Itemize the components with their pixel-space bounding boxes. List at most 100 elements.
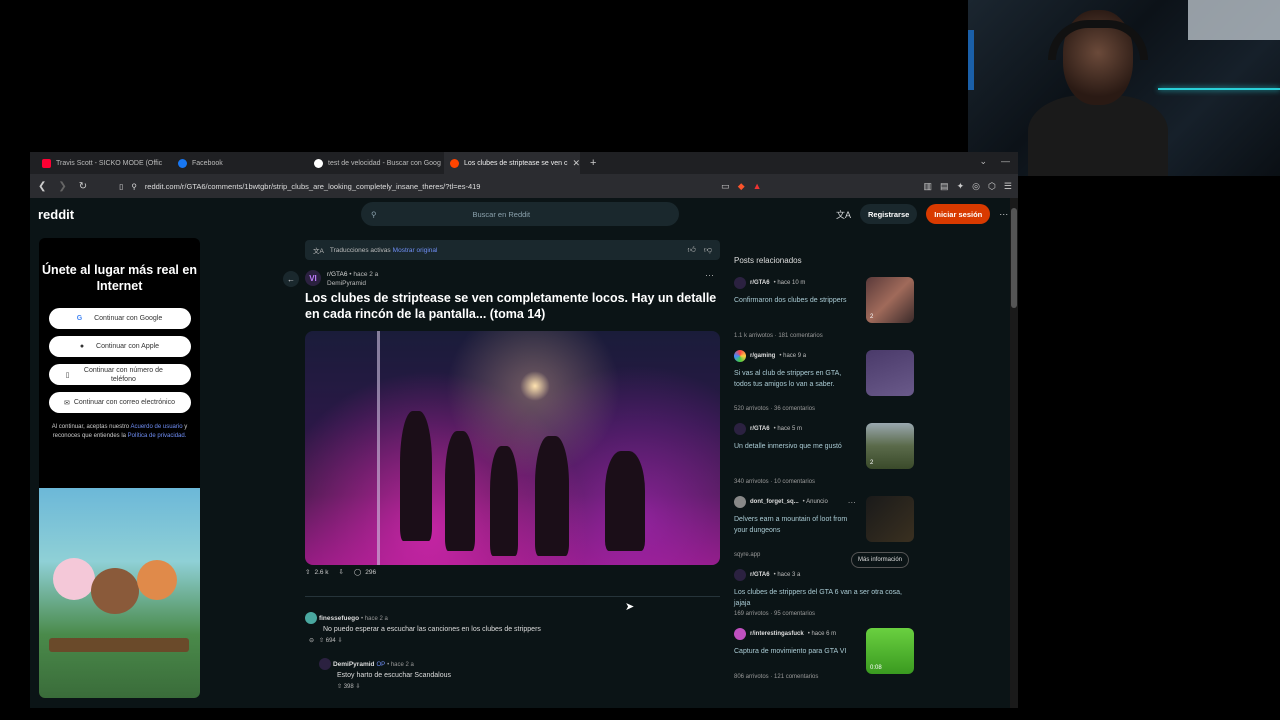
comment-user[interactable]: DemiPyramid	[333, 661, 375, 668]
comment-avatar[interactable]	[319, 658, 331, 670]
mouse-cursor-icon: ➤	[625, 601, 635, 613]
back-icon[interactable]: ❮	[38, 181, 46, 192]
back-button[interactable]: ←	[283, 271, 299, 287]
apple-signin-label: Continuar con Apple	[96, 343, 160, 350]
extensions-icon[interactable]: ✦	[957, 181, 965, 192]
minimize-icon[interactable]: —	[1001, 156, 1010, 167]
related-title[interactable]: Captura de movimiento para GTA VI	[734, 646, 859, 657]
post-more-icon[interactable]: ···	[705, 270, 714, 280]
forward-icon[interactable]: ❯	[58, 181, 66, 192]
ad-thumbnail[interactable]	[866, 496, 914, 542]
related-post[interactable]: r/GTA6 • hace 5 m Un detalle inmersivo qu…	[734, 423, 914, 496]
register-button[interactable]: Registrarse	[860, 204, 918, 224]
tab-label: Facebook	[192, 159, 223, 167]
collapse-icon[interactable]: ⊖	[309, 638, 314, 644]
related-title[interactable]: Confirmaron dos clubes de strippers	[734, 295, 859, 306]
comment-votes: ⊖ ⇧ 694 ⇩	[309, 637, 541, 644]
signup-illustration	[39, 488, 200, 698]
thumbs-down-icon[interactable]: 👎︎	[704, 245, 712, 255]
wallet-icon[interactable]: ▤	[940, 181, 949, 192]
sidebar-icon[interactable]: ▥	[924, 181, 933, 192]
shield-icon[interactable]: ⬡	[988, 181, 996, 192]
more-options-icon[interactable]: ···	[999, 209, 1008, 219]
related-subreddit[interactable]: r/GTA6	[750, 280, 770, 286]
media-figure	[490, 446, 518, 556]
show-original-link[interactable]: Mostrar original	[393, 247, 438, 254]
phone-icon: ▯	[65, 371, 70, 379]
vpn-icon[interactable]: ◎	[972, 181, 980, 192]
ad-post[interactable]: dont_forget_sq... • Anuncio ··· Delvers ea…	[734, 496, 914, 569]
email-signin-button[interactable]: ✉ Continuar con correo electrónico	[48, 392, 191, 413]
ad-title[interactable]: Delvers earn a mountain of loot from you…	[734, 514, 859, 536]
post-subreddit[interactable]: r/GTA6	[327, 271, 347, 278]
ad-domain[interactable]: sqyre.app	[734, 552, 760, 558]
login-button[interactable]: Iniciar sesión	[926, 204, 991, 224]
user-agreement-link[interactable]: Acuerdo de usuario	[131, 424, 183, 430]
related-title[interactable]: Los clubes de strippers del GTA 6 van a …	[734, 587, 909, 609]
related-subreddit[interactable]: r/gaming	[750, 353, 775, 359]
upvote-icon[interactable]: ⇧	[319, 638, 324, 644]
thumbs-up-icon[interactable]: 👍︎	[688, 245, 696, 255]
related-stats: 806 arrivotos · 121 comentarios	[734, 674, 819, 680]
downvote-icon[interactable]: ⇩	[339, 568, 344, 576]
upvote-icon[interactable]: ⇧	[305, 568, 310, 576]
page-scrollbar[interactable]	[1010, 198, 1018, 708]
downvote-icon[interactable]: ⇩	[337, 638, 342, 644]
google-signin-button[interactable]: G Continuar con Google	[48, 308, 191, 329]
tab-facebook[interactable]: Facebook	[172, 152, 308, 174]
illustration-character	[137, 560, 177, 600]
related-heading: Posts relacionados	[734, 256, 802, 265]
comment-avatar[interactable]	[305, 612, 317, 624]
scrollbar-thumb[interactable]	[1011, 208, 1017, 308]
tab-youtube[interactable]: Travis Scott - SICKO MODE (Offic	[36, 152, 172, 174]
reload-icon[interactable]: ↻	[79, 181, 87, 192]
related-time: • hace 3 a	[773, 572, 801, 578]
related-subreddit[interactable]: r/interestingasfuck	[750, 631, 804, 637]
related-thumbnail[interactable]: 2	[866, 277, 914, 323]
post-author[interactable]: DemiPyramid	[327, 280, 366, 287]
post-media-video[interactable]	[305, 331, 720, 565]
related-post[interactable]: r/gaming • hace 9 a Si vas al club de str…	[734, 350, 914, 423]
related-post[interactable]: r/GTA6 • hace 10 m Confirmaron dos clubes…	[734, 277, 914, 350]
related-thumbnail[interactable]	[866, 350, 914, 396]
comment-icon[interactable]: ◯	[354, 568, 361, 576]
cast-icon[interactable]: ▭	[721, 181, 730, 192]
search-icon: ⚲	[371, 209, 377, 219]
search-input[interactable]: ⚲ Buscar en Reddit	[361, 202, 679, 226]
site-info-icon[interactable]: ⚲	[131, 182, 137, 191]
tab-list-icon[interactable]: ⌄	[979, 156, 987, 167]
webcam-light	[968, 30, 974, 90]
rewards-icon[interactable]: ▲	[753, 181, 762, 192]
related-title[interactable]: Un detalle inmersivo que me gustó	[734, 441, 859, 452]
new-tab-button[interactable]: +	[590, 157, 596, 169]
apple-signin-button[interactable]: ● Continuar con Apple	[48, 336, 191, 357]
ad-more-icon[interactable]: ···	[848, 498, 856, 507]
tab-reddit-active[interactable]: Los clubes de striptease se ven c ✕	[444, 152, 580, 174]
translate-icon: 文A	[313, 248, 324, 255]
bookmark-icon[interactable]: ▯	[119, 182, 123, 191]
related-subreddit[interactable]: r/GTA6	[750, 426, 770, 432]
related-title[interactable]: Si vas al club de strippers en GTA, todo…	[734, 368, 859, 390]
comment-vote-count: 398	[343, 684, 354, 690]
tab-google[interactable]: test de velocidad - Buscar con Goog	[308, 152, 444, 174]
privacy-policy-link[interactable]: Política de privacidad.	[128, 433, 187, 439]
related-post[interactable]: r/interestingasfuck • hace 6 m Captura de…	[734, 628, 914, 701]
ad-more-info-button[interactable]: Más información	[851, 552, 910, 568]
advertiser-name[interactable]: dont_forget_sq...	[750, 499, 799, 505]
related-time: • hace 10 m	[773, 280, 806, 286]
address-bar[interactable]: ▯ ⚲ reddit.com/r/GTA6/comments/1bwtgbr/s…	[119, 182, 709, 191]
brave-shield-icon[interactable]: ◆	[738, 181, 745, 192]
comment-user[interactable]: finessefuego	[319, 615, 359, 622]
related-thumbnail[interactable]: 2	[866, 423, 914, 469]
reddit-logo[interactable]: reddit	[38, 207, 74, 222]
translate-icon[interactable]: 文A	[836, 208, 851, 221]
upvote-icon[interactable]: ⇧	[337, 684, 342, 690]
downvote-icon[interactable]: ⇩	[355, 684, 360, 690]
subreddit-avatar[interactable]: VI	[305, 270, 321, 286]
close-tab-icon[interactable]: ✕	[573, 158, 580, 169]
menu-icon[interactable]: ☰	[1004, 181, 1012, 192]
related-subreddit[interactable]: r/GTA6	[750, 572, 770, 578]
phone-signin-button[interactable]: ▯ Continuar con número de teléfono	[48, 364, 191, 385]
related-thumbnail[interactable]: 0:08	[866, 628, 914, 674]
media-figure	[605, 451, 645, 551]
